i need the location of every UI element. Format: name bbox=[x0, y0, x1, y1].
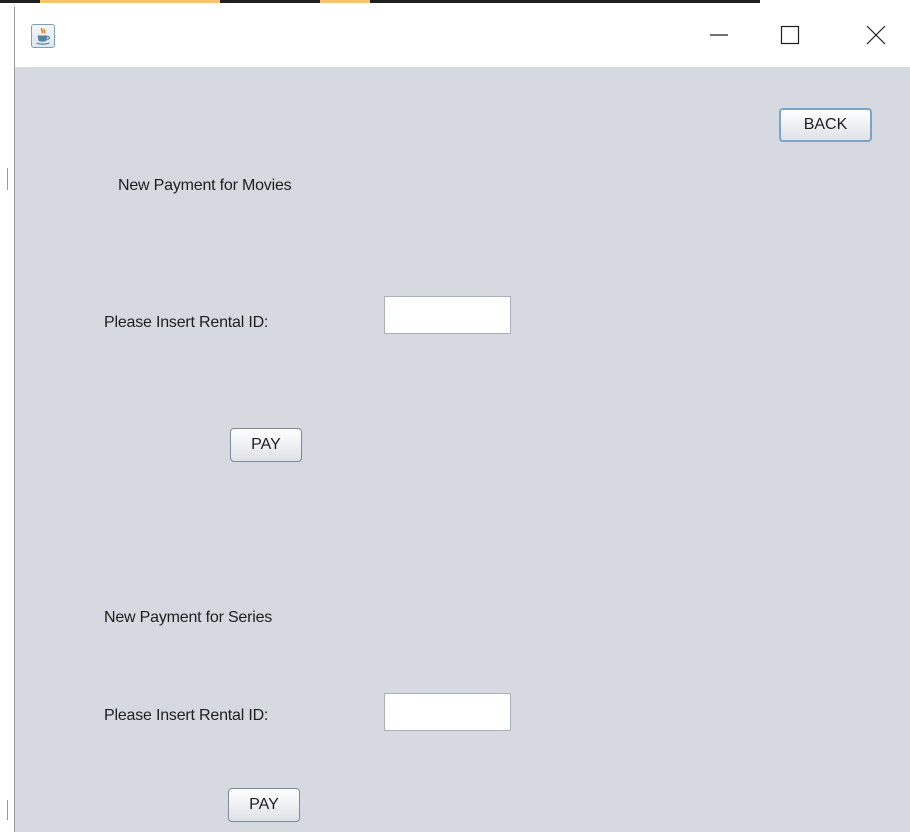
close-icon bbox=[866, 25, 886, 45]
close-button[interactable] bbox=[853, 7, 899, 63]
movies-rental-id-input[interactable] bbox=[384, 296, 511, 334]
content-panel: BACK New Payment for Movies Please Inser… bbox=[15, 67, 910, 832]
series-rental-id-label: Please Insert Rental ID: bbox=[104, 707, 269, 724]
back-button[interactable]: BACK bbox=[779, 108, 872, 142]
background-app-edge-left bbox=[0, 70, 14, 832]
minimize-button[interactable] bbox=[696, 7, 742, 63]
movies-pay-button[interactable]: PAY bbox=[230, 428, 302, 462]
maximize-button[interactable] bbox=[767, 7, 813, 63]
movies-rental-id-label: Please Insert Rental ID: bbox=[104, 314, 269, 331]
movies-heading: New Payment for Movies bbox=[118, 177, 292, 194]
minimize-icon bbox=[710, 34, 728, 36]
series-pay-button[interactable]: PAY bbox=[228, 788, 300, 822]
java-cup-icon[interactable] bbox=[31, 24, 55, 48]
title-bar[interactable] bbox=[15, 7, 910, 67]
series-heading: New Payment for Series bbox=[104, 609, 273, 626]
screen: BACK New Payment for Movies Please Inser… bbox=[0, 0, 910, 832]
app-window: BACK New Payment for Movies Please Inser… bbox=[14, 7, 910, 832]
series-rental-id-input[interactable] bbox=[384, 693, 511, 731]
maximize-icon bbox=[780, 25, 800, 45]
